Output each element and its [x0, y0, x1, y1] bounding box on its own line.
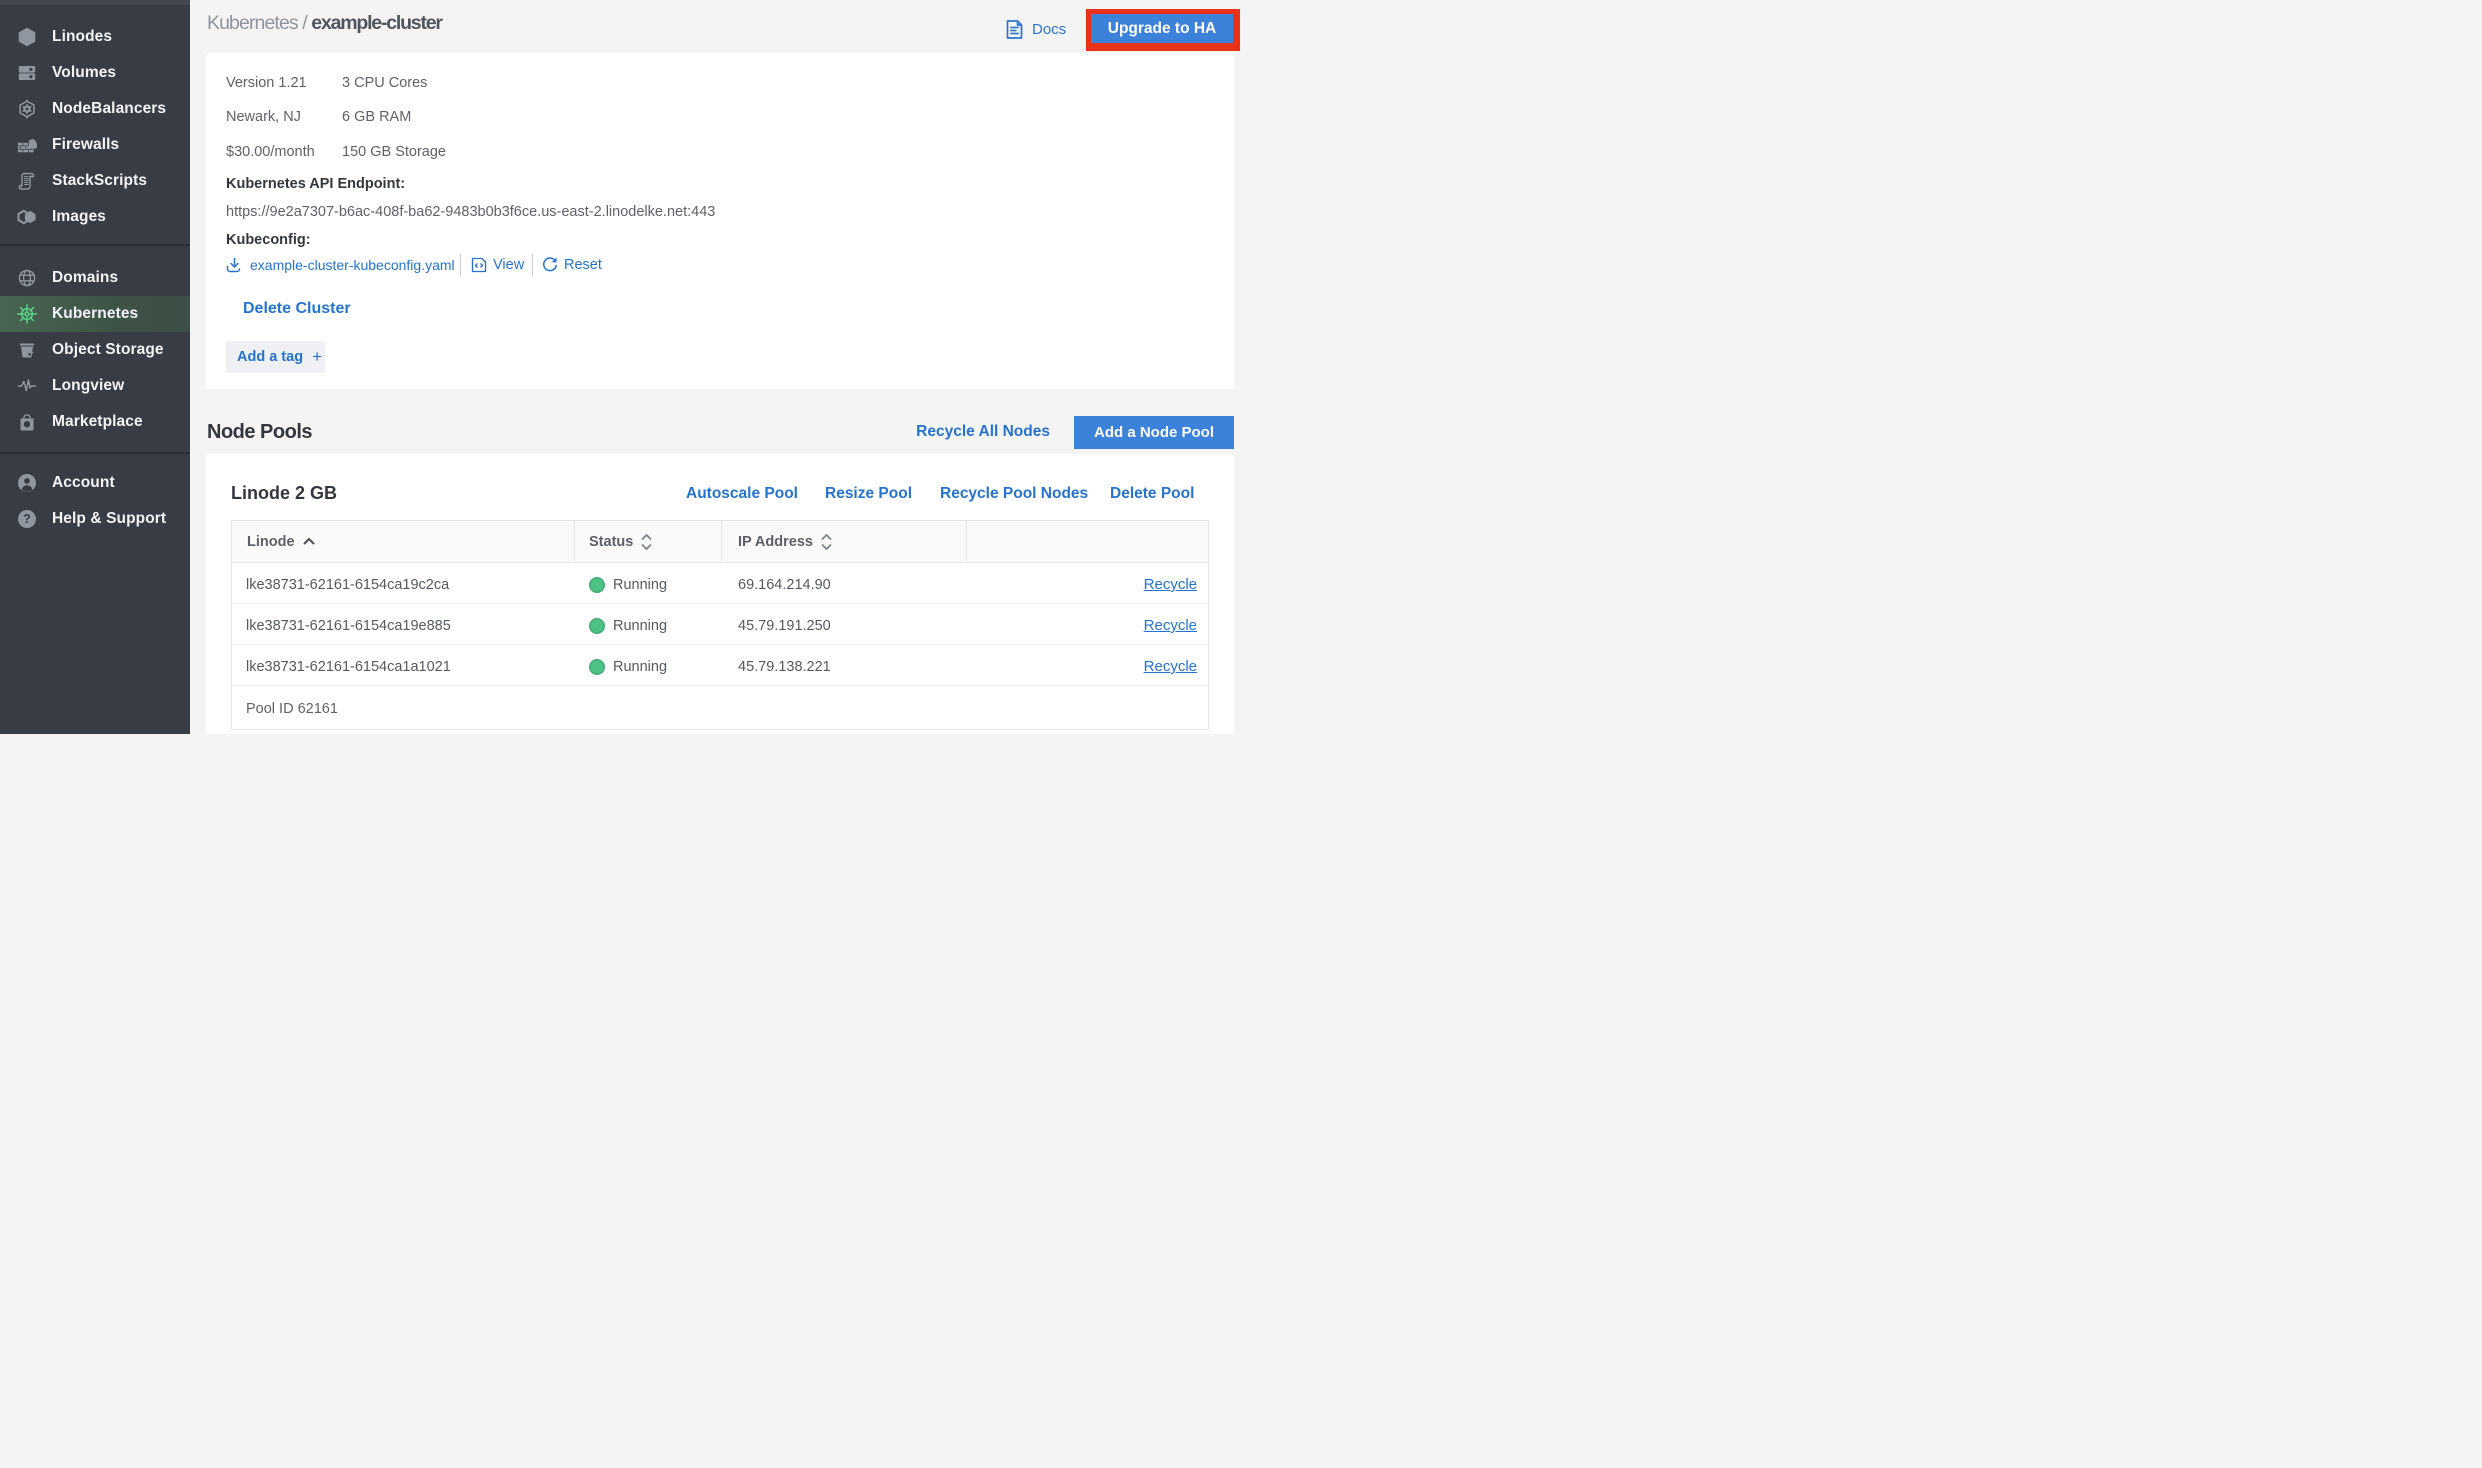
- svg-text:?: ?: [23, 512, 31, 526]
